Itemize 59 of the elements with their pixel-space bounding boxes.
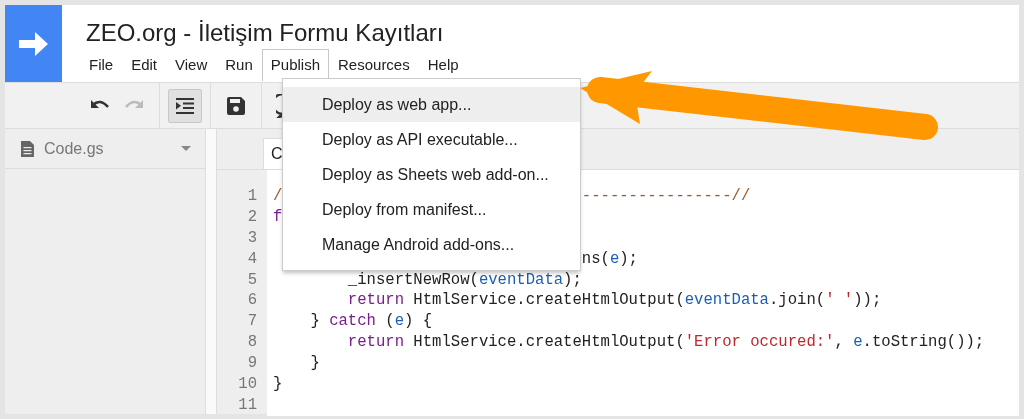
code-text: ,	[834, 332, 845, 354]
code-text: ' '	[825, 290, 854, 312]
indent-icon	[176, 97, 194, 114]
project-title[interactable]: ZEO.org - İletişim Formu Kayıtları	[86, 19, 468, 47]
code-text: HtmlService.createHtmlOutput(	[412, 332, 685, 354]
line-number: 8	[246, 332, 257, 354]
code-text: e	[853, 332, 863, 354]
code-text: catch	[329, 311, 376, 333]
code-text: /	[273, 186, 283, 207]
menu-option[interactable]: Deploy as web app...	[283, 87, 580, 122]
line-number: 9	[246, 353, 257, 374]
code-text: );	[619, 248, 638, 270]
line-number: 4	[246, 248, 257, 270]
menu-item[interactable]: File	[80, 49, 123, 81]
menu-item[interactable]: Edit	[122, 49, 167, 81]
code-text: );	[563, 269, 582, 291]
code-text: return	[346, 332, 404, 354]
code-text: ) {	[404, 311, 433, 333]
indent-button[interactable]	[168, 88, 202, 123]
code-text: _insertNewRow(	[346, 269, 479, 291]
line-number: 2	[246, 206, 257, 228]
menu-item[interactable]: Publish	[261, 49, 329, 81]
code-text: f	[273, 206, 283, 228]
file-icon	[21, 140, 34, 157]
code-text: }	[309, 311, 321, 333]
code-text: e	[609, 248, 620, 270]
line-number: 6	[246, 290, 257, 312]
code-text: ----------------//	[580, 186, 751, 207]
line-number: 7	[246, 311, 257, 333]
save-icon	[227, 96, 245, 115]
line-number: 11	[237, 394, 257, 416]
menu-item[interactable]: Resources	[329, 49, 419, 81]
code-text: ));	[853, 290, 882, 312]
code-text: .toString());	[862, 332, 985, 354]
code-text: }	[309, 353, 320, 374]
code-text: (	[384, 311, 395, 333]
code-text: e	[394, 311, 405, 333]
menu-option[interactable]: Deploy as API executable...	[283, 122, 580, 157]
menu-item[interactable]: View	[166, 49, 217, 81]
menu-option[interactable]: Manage Android add-ons...	[283, 227, 580, 262]
menu-option[interactable]: Deploy as Sheets web add-on...	[283, 157, 580, 192]
code-text: }	[273, 374, 283, 395]
line-number: 10	[237, 374, 257, 395]
file-name[interactable]: Code.gs	[44, 139, 171, 158]
menu-item[interactable]: Help	[418, 49, 468, 81]
line-number: 5	[246, 269, 257, 291]
dropdown-caret-icon[interactable]	[181, 146, 191, 151]
code-text: .join(	[769, 290, 826, 312]
code-text: eventData	[684, 290, 769, 312]
menu-item[interactable]: Run	[216, 49, 262, 81]
menu-option[interactable]: Deploy from manifest...	[283, 192, 580, 227]
code-text: return	[346, 290, 404, 312]
code-text: ns(	[580, 248, 610, 270]
code-text: HtmlService.createHtmlOutput(	[412, 290, 685, 312]
line-number: 3	[246, 227, 257, 249]
logo-icon[interactable]	[5, 5, 62, 82]
code-text: 'Error occured:'	[684, 332, 835, 354]
code-text: eventData	[478, 269, 564, 291]
line-number: 1	[246, 186, 257, 207]
